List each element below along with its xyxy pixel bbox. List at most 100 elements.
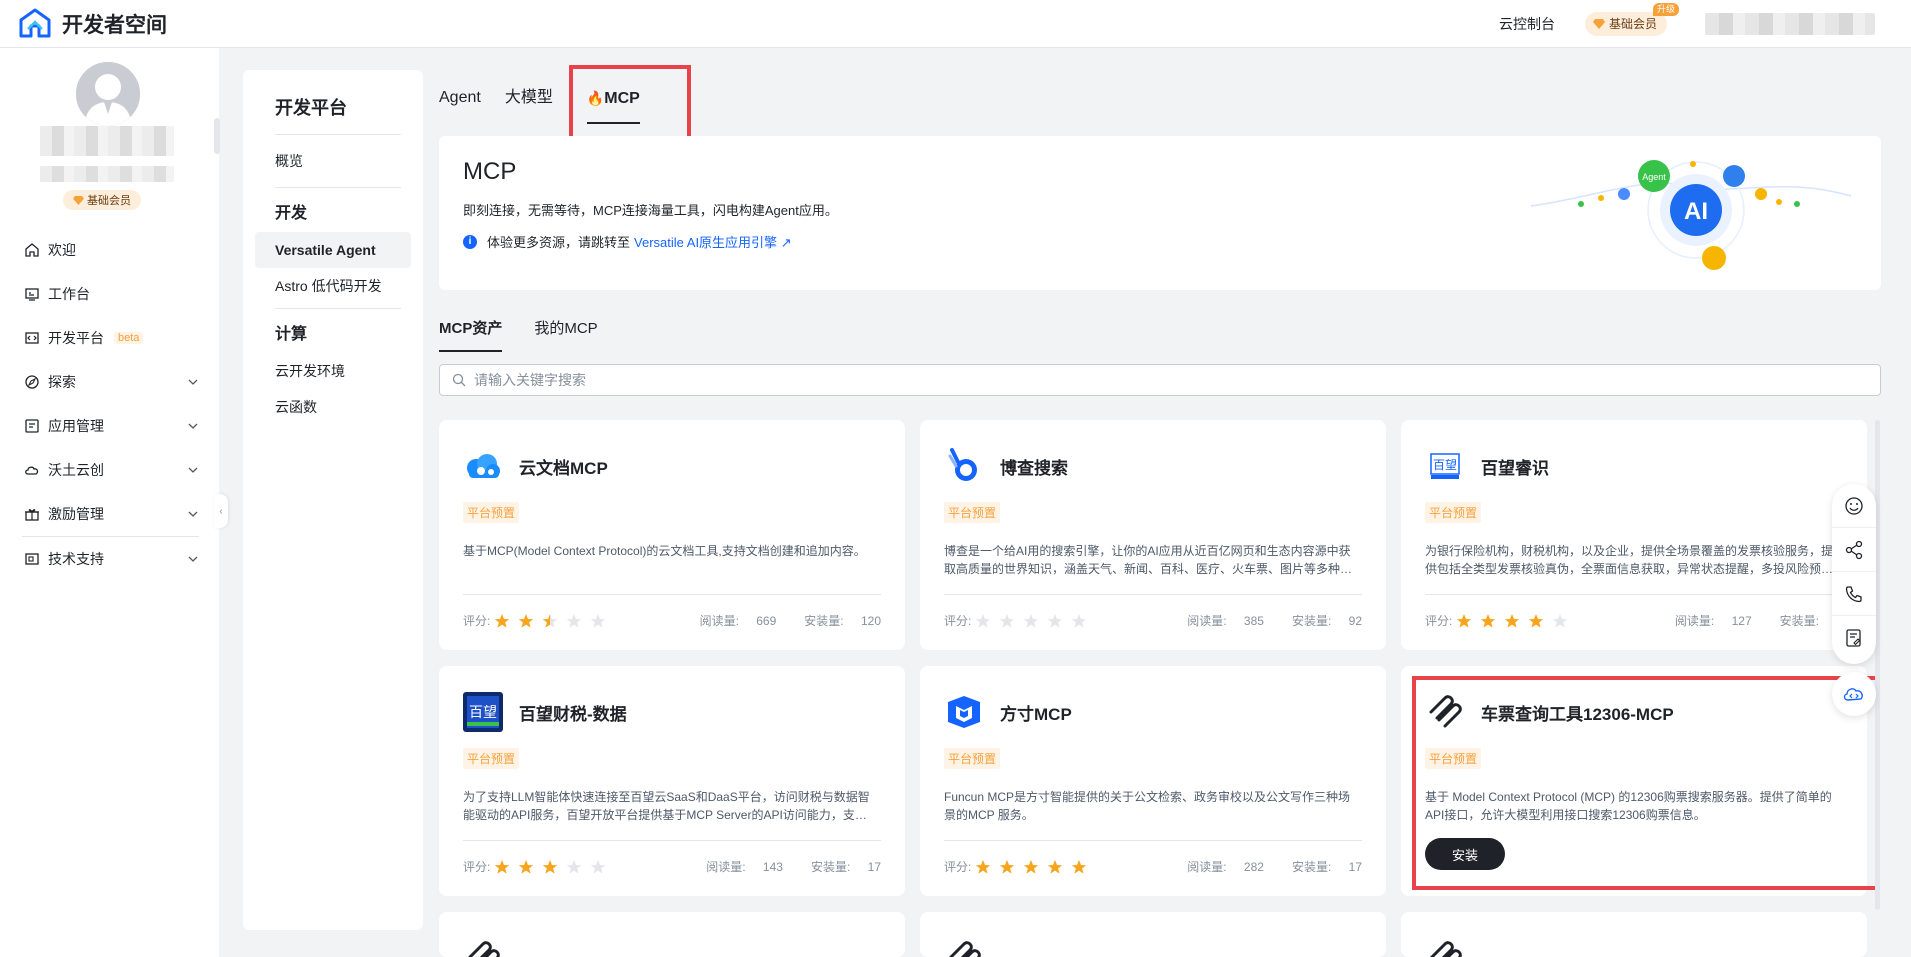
tab-my-mcp[interactable]: 我的MCP xyxy=(534,318,597,352)
mcp-card-partial[interactable] xyxy=(439,912,905,957)
member-label: 基础会员 xyxy=(1608,17,1657,31)
code-icon xyxy=(25,332,39,344)
reads-label: 阅读量: xyxy=(706,860,746,874)
star-icon xyxy=(1481,613,1496,628)
reads-stat: 阅读量: 127 xyxy=(1661,612,1752,629)
mcp-default-logo-icon xyxy=(1425,938,1465,957)
mcp-card-baiwang-tax[interactable]: 百望 百望财税-数据 平台预置 为了支持LLM智能体快速连接至百望云SaaS和D… xyxy=(439,666,905,896)
tab-llm[interactable]: 大模型 xyxy=(505,80,553,116)
install-button[interactable]: 安装 xyxy=(1425,838,1505,870)
ai-graphic-label: AI xyxy=(1684,198,1708,225)
card-description: 基于MCP(Model Context Protocol)的云文档工具,支持文档… xyxy=(463,544,866,558)
chevron-down-icon xyxy=(188,467,198,473)
sidebar-item-cloud-create[interactable]: 沃土云创 xyxy=(0,448,219,492)
tab-mcp[interactable]: 🔥MCP xyxy=(586,80,640,124)
reads-stat: 阅读量: 669 xyxy=(686,612,777,629)
subnav-item-cloud-function[interactable]: 云函数 xyxy=(255,389,411,425)
tab-mcp-label: MCP xyxy=(604,90,640,107)
installs-count: 120 xyxy=(860,614,881,628)
card-stats: 阅读量: 127 安装量: 1 xyxy=(1647,612,1843,629)
divider xyxy=(275,308,401,309)
contact-button[interactable] xyxy=(1832,572,1876,616)
search-input[interactable] xyxy=(474,372,1074,388)
star-rating xyxy=(975,613,1095,629)
card-title: 百望睿识 xyxy=(1481,459,1549,478)
tab-mcp-assets[interactable]: MCP资产 xyxy=(439,318,503,352)
floating-toolbar xyxy=(1832,484,1876,664)
mcp-card-baiwang-ruishi[interactable]: 百望 百望睿识 平台预置 为银行保险机构，财税机构，以及企业，提供全场景覆盖的发… xyxy=(1401,420,1867,650)
subnav-item-astro[interactable]: Astro 低代码开发 xyxy=(255,268,411,304)
card-title: 车票查询工具12306-MCP xyxy=(1481,705,1674,724)
smile-icon xyxy=(1845,496,1863,515)
star-icon xyxy=(519,613,534,628)
installs-label: 安装量: xyxy=(1291,860,1332,874)
versatile-link[interactable]: Versatile AI原生应用引擎 ↗ xyxy=(634,232,792,251)
mcp-card-partial[interactable] xyxy=(920,912,1386,957)
card-stats: 阅读量: 143 安装量: 17 xyxy=(678,858,881,875)
divider xyxy=(463,594,881,595)
sidebar-item-app-manage[interactable]: 应用管理 xyxy=(0,404,219,448)
installs-stat: 安装量: 17 xyxy=(1278,858,1362,875)
mcp-card-funcun[interactable]: 方寸MCP 平台预置 Funcun MCP是方寸智能提供的关于公文检索、政务审校… xyxy=(920,666,1386,896)
sidebar-item-workbench[interactable]: 工作台 xyxy=(0,272,219,316)
fire-icon: 🔥 xyxy=(586,90,605,106)
notes-button[interactable] xyxy=(1832,616,1876,660)
edit-note-icon xyxy=(1846,629,1861,647)
sidebar-item-label: 技术支持 xyxy=(48,551,104,567)
sidebar-item-welcome[interactable]: 欢迎 xyxy=(0,228,219,272)
card-title: 百望财税-数据 xyxy=(519,705,627,724)
secondary-nav-title: 开发平台 xyxy=(275,98,347,118)
card-description: 博查是一个给AI用的搜索引擎，让你的AI应用从近百亿网页和生态内容源中获取高质量… xyxy=(944,544,1353,576)
mcp-card-partial[interactable] xyxy=(1401,912,1867,957)
share-button[interactable] xyxy=(1832,528,1876,572)
sidebar-item-support[interactable]: 技术支持 xyxy=(0,537,219,581)
sidebar-scrollbar[interactable] xyxy=(214,118,220,154)
subnav-item-versatile-agent[interactable]: Versatile Agent xyxy=(255,232,411,268)
console-link[interactable]: 云控制台 xyxy=(1499,14,1555,34)
mcp-card-yunwendang[interactable]: 云文档MCP 平台预置 基于MCP(Model Context Protocol… xyxy=(439,420,905,650)
banner-title: MCP xyxy=(463,158,517,185)
card-stats: 阅读量: 669 安装量: 120 xyxy=(672,612,881,629)
cloud-code-icon xyxy=(1843,688,1863,701)
sidebar-item-dev-platform[interactable]: 开发平台 beta xyxy=(0,316,219,360)
sidebar-item-label: 应用管理 xyxy=(48,418,104,434)
search-box[interactable] xyxy=(439,364,1881,396)
star-icon xyxy=(591,613,606,628)
sidebar-collapse-button[interactable]: ‹ xyxy=(214,494,228,528)
share-icon xyxy=(1845,540,1863,559)
rating-label: 评分: xyxy=(944,614,972,628)
app-logo[interactable]: 开发者空间 xyxy=(18,7,167,41)
mcp-card-12306[interactable]: 车票查询工具12306-MCP 平台预置 基于 Model Context Pr… xyxy=(1401,666,1867,896)
installs-count: 17 xyxy=(867,860,881,874)
preset-tag: 平台预置 xyxy=(463,502,520,523)
sidebar: 基础会员 欢迎 工作台 开发平台 beta 探索 应用管理 沃土云创 激励管理 … xyxy=(0,48,219,957)
mcp-card-bocha[interactable]: 博查搜索 平台预置 博查是一个给AI用的搜索引擎，让你的AI应用从近百亿网页和生… xyxy=(920,420,1386,650)
sidebar-item-incentive[interactable]: 激励管理 xyxy=(0,492,219,536)
star-icon xyxy=(1072,613,1087,628)
sidebar-item-label: 激励管理 xyxy=(48,506,104,522)
avatar[interactable] xyxy=(76,62,140,126)
tab-agent[interactable]: Agent xyxy=(439,80,481,116)
cloud-code-button[interactable] xyxy=(1832,672,1876,716)
subnav-item-overview[interactable]: 概览 xyxy=(255,143,411,179)
member-badge[interactable]: 基础会员 升级 xyxy=(1584,2,1679,36)
reads-count: 385 xyxy=(1243,614,1264,628)
subnav-item-cloud-dev-env[interactable]: 云开发环境 xyxy=(255,353,411,389)
reads-count: 282 xyxy=(1243,860,1264,874)
installs-stat: 安装量: 120 xyxy=(790,612,881,629)
agent-graphic-label: Agent xyxy=(1642,172,1666,182)
card-footer: 评分: 阅读量: 127 安装量: 1 xyxy=(1425,612,1843,629)
preset-tag: 平台预置 xyxy=(944,502,1001,523)
user-account-blurred[interactable] xyxy=(1705,12,1875,35)
installs-count: 92 xyxy=(1348,614,1362,628)
star-icon xyxy=(1024,613,1039,628)
sidebar-item-label: 沃土云创 xyxy=(48,462,104,478)
card-footer: 评分: 阅读量: 282 安装量: 17 xyxy=(944,858,1362,875)
sidebar-item-explore[interactable]: 探索 xyxy=(0,360,219,404)
upgrade-tag[interactable]: 升级 xyxy=(1652,2,1679,16)
username-blurred xyxy=(40,126,174,156)
home-icon xyxy=(25,243,39,257)
feedback-button[interactable] xyxy=(1832,484,1876,528)
divider xyxy=(275,134,401,135)
sidebar-item-label: 探索 xyxy=(48,374,76,390)
